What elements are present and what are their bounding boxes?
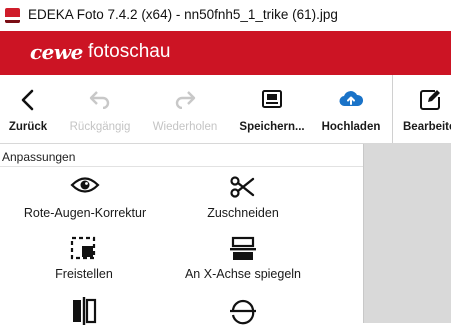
undo-icon xyxy=(88,89,112,112)
back-label: Zurück xyxy=(8,121,48,133)
cutout-label: Freistellen xyxy=(55,267,113,281)
upload-label: Hochladen xyxy=(321,121,381,133)
adjustments-panel: Anpassungen Rote-Augen-Korrektur Zuschne… xyxy=(0,144,363,325)
panel-header: Anpassungen xyxy=(2,150,76,164)
save-icon xyxy=(261,89,283,112)
window-titlebar: EDEKA Foto 7.4.2 (x64) - nn50fnh5_1_trik… xyxy=(0,0,451,31)
cutout-icon xyxy=(70,236,98,265)
edit-tab-button[interactable]: Bearbeite xyxy=(392,75,451,143)
cloud-upload-icon xyxy=(338,89,364,112)
flip-vertical-axis-icon xyxy=(71,297,97,328)
back-arrow-icon xyxy=(20,89,36,114)
panel-divider xyxy=(0,166,363,167)
rotate-icon xyxy=(229,297,257,328)
flip-x-axis-label: An X-Achse spiegeln xyxy=(184,267,302,281)
cutout-button[interactable]: Freistellen xyxy=(0,236,174,286)
back-button[interactable]: Zurück xyxy=(0,75,56,143)
flip-horizontal-axis-icon xyxy=(230,236,256,265)
edit-icon xyxy=(419,89,441,114)
crop-button[interactable]: Zuschneiden xyxy=(153,175,333,225)
eye-icon xyxy=(70,175,100,198)
upload-button[interactable]: Hochladen xyxy=(316,75,386,143)
scissors-icon xyxy=(230,175,256,202)
brand-bar: cewe fotoschau xyxy=(0,31,451,75)
red-eye-label: Rote-Augen-Korrektur xyxy=(23,206,147,220)
redo-button[interactable]: Wiederholen xyxy=(146,75,224,143)
edit-label: Bearbeite xyxy=(403,121,451,133)
edeka-app-icon xyxy=(5,8,20,23)
cewe-logo: cewe xyxy=(30,40,83,64)
main-toolbar: Zurück Rückgängig Wiederholen Speichern.… xyxy=(0,75,451,144)
brand-name: fotoschau xyxy=(88,41,171,62)
save-label: Speichern... xyxy=(239,121,305,133)
save-button[interactable]: Speichern... xyxy=(234,75,310,143)
undo-button[interactable]: Rückgängig xyxy=(62,75,138,143)
redo-icon xyxy=(173,89,197,112)
image-canvas-area[interactable] xyxy=(363,144,451,323)
red-eye-correction-button[interactable]: Rote-Augen-Korrektur xyxy=(0,175,175,225)
flip-x-axis-button[interactable]: An X-Achse spiegeln xyxy=(153,236,333,286)
undo-label: Rückgängig xyxy=(69,121,131,133)
redo-label: Wiederholen xyxy=(152,121,218,133)
crop-label: Zuschneiden xyxy=(207,206,279,220)
window-title: EDEKA Foto 7.4.2 (x64) - nn50fnh5_1_trik… xyxy=(28,7,338,22)
